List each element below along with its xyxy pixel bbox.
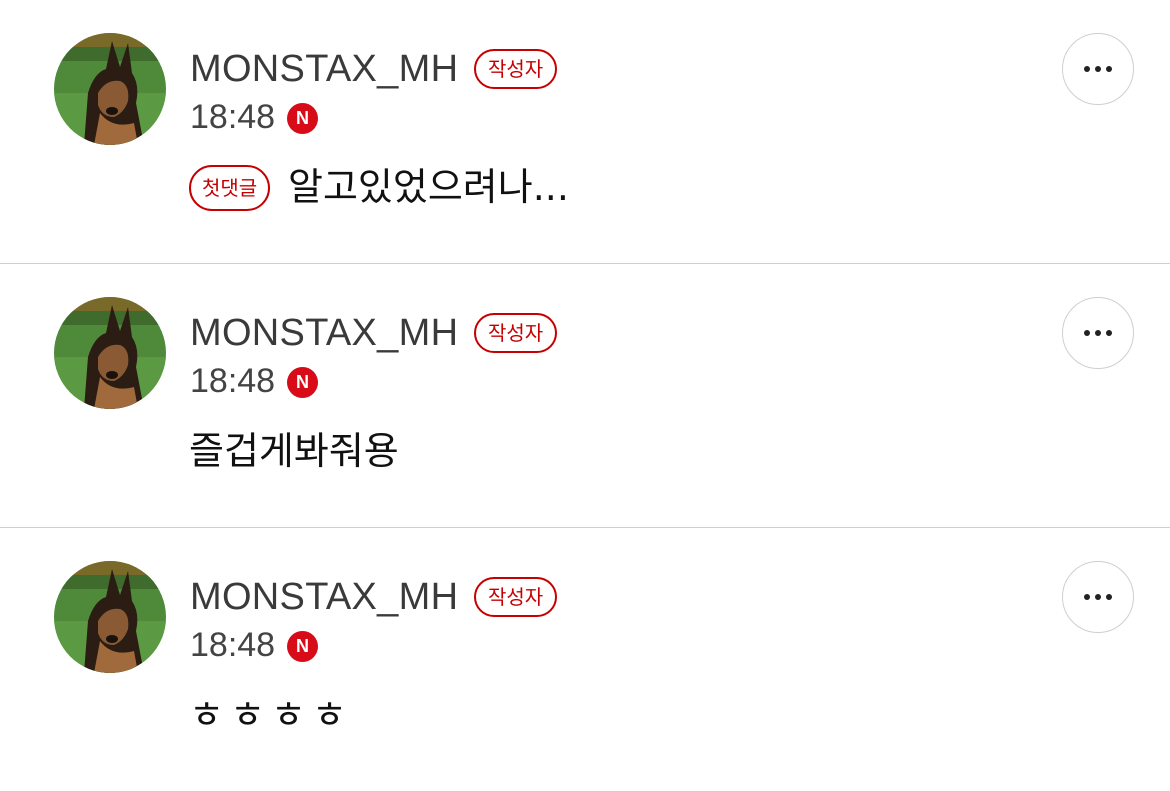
- more-options-button[interactable]: [1062, 33, 1134, 105]
- first-comment-badge: 첫댓글: [189, 165, 271, 211]
- comment-time: 18:48: [190, 626, 276, 664]
- username[interactable]: MONSTAX_MH: [190, 574, 458, 620]
- dog-avatar-image: [54, 33, 166, 145]
- avatar[interactable]: [54, 561, 166, 673]
- author-badge: 작성자: [474, 577, 558, 617]
- dog-avatar-image: [54, 561, 166, 673]
- naver-n-icon: N: [287, 103, 318, 134]
- comment-item: MONSTAX_MH 작성자 18:48 N 즐겁게봐줘용: [0, 264, 1170, 528]
- more-dots-icon: [1084, 66, 1112, 72]
- more-options-button[interactable]: [1062, 297, 1134, 369]
- username[interactable]: MONSTAX_MH: [190, 46, 458, 92]
- more-options-button[interactable]: [1062, 561, 1134, 633]
- comment-time: 18:48: [190, 98, 276, 136]
- comment-text: 즐겁게봐줘용: [189, 429, 399, 473]
- comment-item: MONSTAX_MH 작성자 18:48 N 첫댓글 알고있었으려나...: [0, 0, 1170, 264]
- dog-avatar-image: [54, 297, 166, 409]
- comment-item: MONSTAX_MH 작성자 18:48 N ㅎㅎㅎㅎ: [0, 528, 1170, 792]
- author-badge: 작성자: [474, 49, 558, 89]
- comment-text: ㅎㅎㅎㅎ: [189, 693, 353, 737]
- naver-n-icon: N: [287, 631, 318, 662]
- username[interactable]: MONSTAX_MH: [190, 310, 458, 356]
- author-badge: 작성자: [474, 313, 558, 353]
- naver-n-icon: N: [287, 367, 318, 398]
- avatar[interactable]: [54, 33, 166, 145]
- more-dots-icon: [1084, 330, 1112, 336]
- avatar[interactable]: [54, 297, 166, 409]
- comment-text: 알고있었으려나...: [288, 165, 569, 209]
- comment-time: 18:48: [190, 362, 276, 400]
- more-dots-icon: [1084, 594, 1112, 600]
